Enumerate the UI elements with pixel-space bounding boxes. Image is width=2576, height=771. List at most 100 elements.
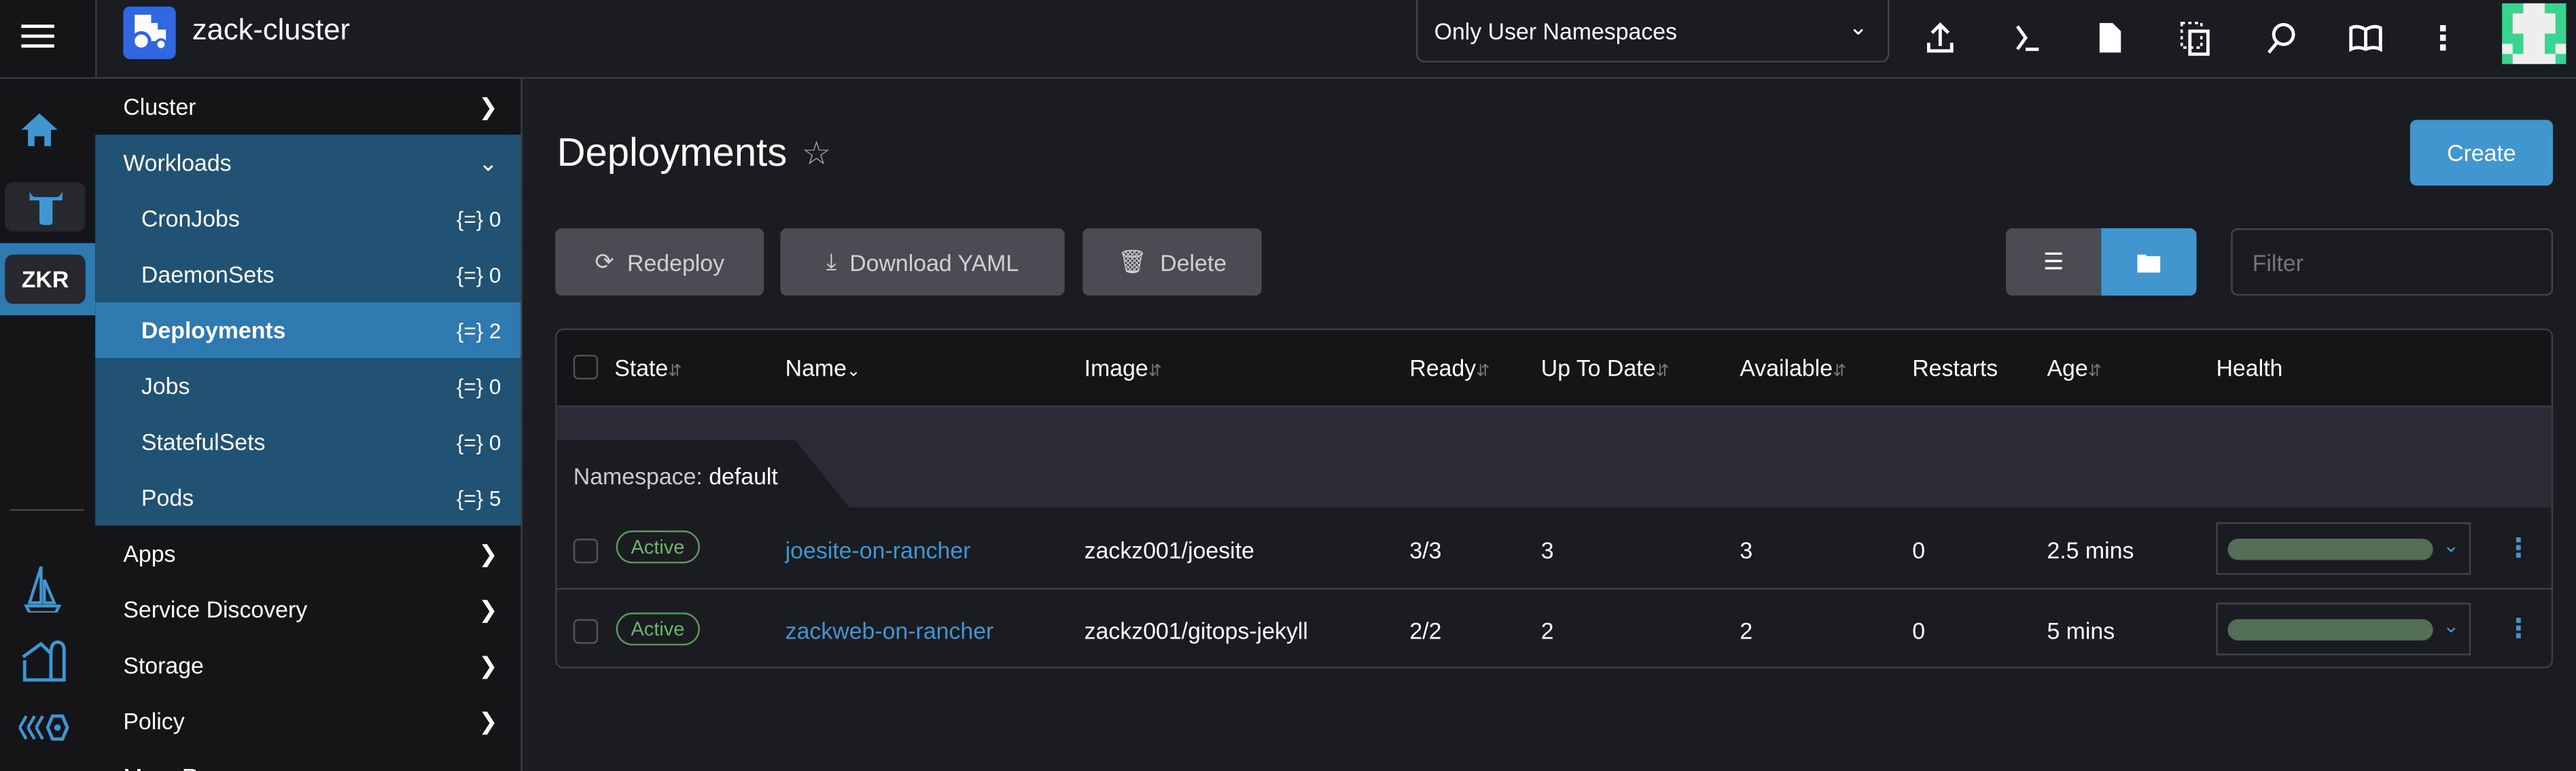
group-value: default xyxy=(709,463,778,490)
nav-item-statefulsets[interactable]: StatefulSets {=} 0 xyxy=(95,414,521,470)
count-value: 0 xyxy=(489,262,501,287)
chevron-down-icon: ⌄ xyxy=(2442,614,2460,638)
side-nav: Cluster ❯ Workloads ⌄ CronJobs {=} 0 Daemon… xyxy=(95,79,523,771)
nav-label: Service Discovery xyxy=(123,596,308,623)
health-bar xyxy=(2227,539,2433,560)
docs-book-icon[interactable] xyxy=(2344,16,2387,59)
chevron-right-icon: ❯ xyxy=(478,706,498,734)
column-state[interactable]: State⇵ xyxy=(614,355,682,381)
restarts-cell: 0 xyxy=(1912,537,1926,564)
sort-icon: ⇵ xyxy=(1148,363,1163,381)
column-label: Health xyxy=(2216,355,2283,381)
delete-button[interactable]: 🗑 Delete xyxy=(1082,228,1262,296)
nav-label: DaemonSets xyxy=(141,261,275,288)
more-vertical-icon[interactable]: ⋮ xyxy=(2422,16,2465,59)
nav-label: Jobs xyxy=(141,372,190,399)
nav-count: {=} 0 xyxy=(456,206,501,231)
cluster-badge[interactable]: ZKR xyxy=(5,254,86,304)
group-by-namespace-button[interactable] xyxy=(2101,228,2197,296)
row-actions-icon[interactable]: ⋮ xyxy=(2505,532,2532,564)
sort-icon: ⇵ xyxy=(1655,363,1670,381)
age-cell: 5 mins xyxy=(2047,617,2115,644)
health-bar xyxy=(2227,619,2433,641)
extensions-icon[interactable] xyxy=(16,711,69,749)
column-image[interactable]: Image⇵ xyxy=(1084,355,1162,381)
column-ready[interactable]: Ready⇵ xyxy=(1409,355,1489,381)
terminal-icon[interactable] xyxy=(2006,16,2049,59)
column-up-to-date[interactable]: Up To Date⇵ xyxy=(1541,355,1670,381)
deployment-link[interactable]: joesite-on-rancher xyxy=(786,537,971,564)
health-dropdown[interactable]: ⌄ xyxy=(2216,522,2471,575)
nav-label: CronJobs xyxy=(141,205,240,232)
sort-icon: ⇵ xyxy=(2087,363,2102,381)
download-yaml-button[interactable]: ⤓ Download YAML xyxy=(780,228,1065,296)
nav-label: Policy xyxy=(123,708,185,734)
nav-group-cluster[interactable]: Cluster ❯ xyxy=(95,79,521,135)
available-cell: 3 xyxy=(1740,537,1753,564)
health-dropdown[interactable]: ⌄ xyxy=(2216,603,2471,656)
sort-icon: ⇵ xyxy=(1476,363,1490,381)
image-cell: zackz001/joesite xyxy=(1084,537,1254,564)
column-available[interactable]: Available⇵ xyxy=(1740,355,1846,381)
nav-item-cronjobs[interactable]: CronJobs {=} 0 xyxy=(95,190,521,247)
row-actions-icon[interactable]: ⋮ xyxy=(2505,613,2532,645)
harvester-icon[interactable] xyxy=(18,637,68,688)
nav-group-storage[interactable]: Storage ❯ xyxy=(95,637,521,693)
home-icon[interactable] xyxy=(20,111,59,152)
column-label: Ready xyxy=(1409,355,1477,381)
nav-item-pods[interactable]: Pods {=} 5 xyxy=(95,469,521,526)
nav-group-policy[interactable]: Policy ❯ xyxy=(95,693,521,749)
filter-input[interactable] xyxy=(2231,228,2554,296)
column-label: Up To Date xyxy=(1540,355,1656,381)
namespace-select[interactable]: Only User Namespaces ⌄ xyxy=(1416,0,1890,62)
column-age[interactable]: Age⇵ xyxy=(2047,355,2102,381)
select-all-checkbox[interactable] xyxy=(573,355,599,380)
create-button[interactable]: Create xyxy=(2410,120,2554,186)
nav-item-deployments[interactable]: Deployments {=} 2 xyxy=(95,302,521,359)
nav-count: {=} 0 xyxy=(456,429,501,454)
app: zack-cluster Only User Namespaces ⌄ ⋮ ZK… xyxy=(0,0,2576,771)
nav-item-jobs[interactable]: Jobs {=} 0 xyxy=(95,358,521,414)
count-value: 0 xyxy=(489,429,501,454)
nav-group-service-discovery[interactable]: Service Discovery ❯ xyxy=(95,581,521,637)
search-icon[interactable] xyxy=(2259,16,2301,59)
count-value: 5 xyxy=(489,485,501,510)
file-icon[interactable] xyxy=(2088,16,2131,59)
fleet-sailboat-icon[interactable] xyxy=(21,563,64,617)
nav-label: Workloads xyxy=(123,149,232,176)
avatar[interactable] xyxy=(2502,3,2566,65)
count-value: 0 xyxy=(489,374,501,399)
chevron-down-icon: ⌄ xyxy=(478,148,498,175)
up-to-date-cell: 2 xyxy=(1540,617,1554,644)
nav-group-workloads[interactable]: Workloads ⌄ xyxy=(95,135,521,191)
trash-icon: 🗑 xyxy=(1117,248,1147,274)
nav-item-daemonsets[interactable]: DaemonSets {=} 0 xyxy=(95,246,521,302)
favorite-star-icon[interactable]: ☆ xyxy=(802,133,831,174)
upload-icon[interactable] xyxy=(1919,16,1962,59)
nav-group-more-resources[interactable]: More Resources xyxy=(95,749,521,771)
rancher-bull-icon[interactable] xyxy=(5,182,86,232)
sort-icon: ⇵ xyxy=(1833,363,1847,381)
column-label: Age xyxy=(2047,355,2088,381)
status-badge: Active xyxy=(616,530,700,564)
cluster-logo-icon xyxy=(123,6,176,60)
row-checkbox[interactable] xyxy=(573,539,599,564)
up-to-date-cell: 3 xyxy=(1540,537,1554,564)
sort-down-icon: ⌄ xyxy=(846,363,861,381)
column-label: State xyxy=(614,355,669,381)
copy-config-icon[interactable] xyxy=(2174,16,2217,59)
cluster-name: zack-cluster xyxy=(192,13,351,46)
flat-list-view-button[interactable]: ☰ xyxy=(2006,228,2102,296)
row-checkbox[interactable] xyxy=(573,619,599,644)
redeploy-button[interactable]: ⟳ Redeploy xyxy=(555,228,764,296)
namespace-select-value: Only User Namespaces xyxy=(1434,18,1678,45)
column-label: Available xyxy=(1740,355,1833,381)
column-name[interactable]: Name⌄ xyxy=(786,355,861,381)
age-cell: 2.5 mins xyxy=(2047,537,2134,564)
nav-label: StatefulSets xyxy=(141,429,266,455)
nav-label: Deployments xyxy=(141,317,286,344)
nav-group-apps[interactable]: Apps ❯ xyxy=(95,526,521,581)
deployment-link[interactable]: zackweb-on-rancher xyxy=(786,617,994,644)
hamburger-menu-icon[interactable] xyxy=(21,21,54,54)
status-badge: Active xyxy=(616,612,700,646)
